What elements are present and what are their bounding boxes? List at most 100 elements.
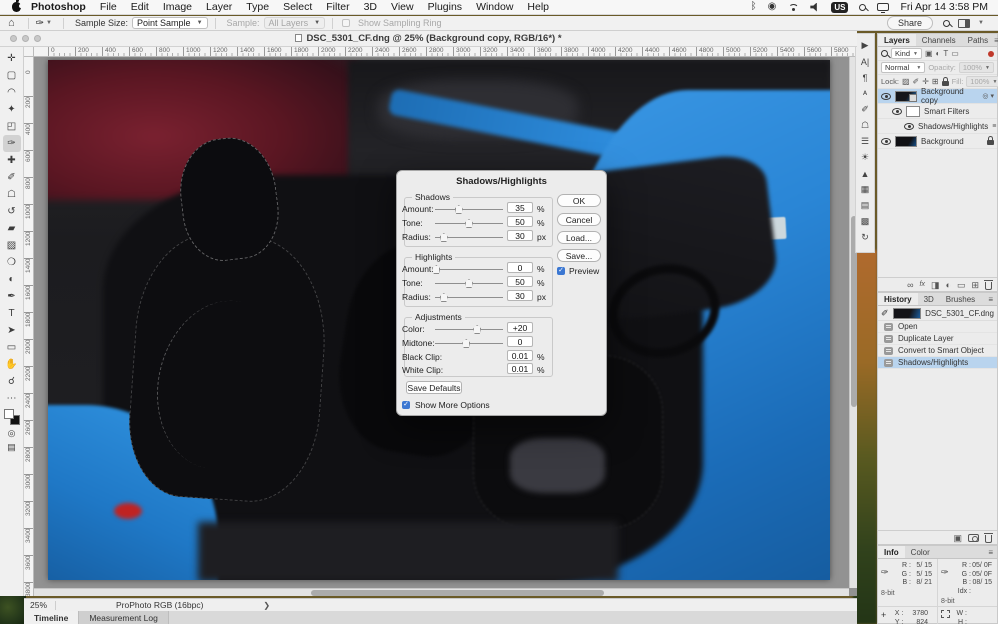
panel-menu-icon[interactable]: ≡ xyxy=(994,34,998,46)
tab-channels[interactable]: Channels xyxy=(916,34,962,46)
ruler-top[interactable]: 0200400600800100012001400160018002000220… xyxy=(34,47,857,57)
menu-item[interactable]: Window xyxy=(476,1,513,13)
delete-state-icon[interactable] xyxy=(985,535,992,543)
tab-info[interactable]: Info xyxy=(878,546,905,558)
delete-layer-icon[interactable] xyxy=(985,282,992,290)
tab-paths[interactable]: Paths xyxy=(962,34,994,46)
patterns-panel-icon[interactable]: ▦ xyxy=(857,182,873,197)
lock-position-icon[interactable]: ✛ xyxy=(922,77,929,86)
rotate-view-icon[interactable]: ↻ xyxy=(857,230,873,245)
menu-item[interactable]: Image xyxy=(163,1,192,13)
spotlight-icon[interactable] xyxy=(859,4,866,11)
highlights-radius-input[interactable]: 30 xyxy=(507,290,533,301)
shadows-tone-input[interactable]: 50 xyxy=(507,216,533,227)
shape-tool[interactable]: ▭ xyxy=(3,339,21,356)
properties-panel-icon[interactable]: ☰ xyxy=(857,134,873,149)
menu-item[interactable]: 3D xyxy=(364,1,377,13)
hand-tool[interactable]: ✋ xyxy=(3,356,21,373)
history-brush-tool[interactable]: ↺ xyxy=(3,203,21,220)
shadows-radius-input[interactable]: 30 xyxy=(507,230,533,241)
highlights-tone-slider[interactable] xyxy=(435,283,503,284)
highlights-tone-input[interactable]: 50 xyxy=(507,276,533,287)
tab-color[interactable]: Color xyxy=(905,546,936,558)
shadows-tone-slider[interactable] xyxy=(435,223,503,224)
tab-3d[interactable]: 3D xyxy=(918,293,940,305)
now-playing-icon[interactable]: ◉ xyxy=(768,2,777,12)
history-entry[interactable]: Shadows/Highlights xyxy=(878,357,997,369)
layer-filter-kind-dropdown[interactable]: Kind▼ xyxy=(891,48,922,59)
eyedropper-tool[interactable]: ✑ xyxy=(3,135,21,152)
layer-style-icon[interactable]: fx xyxy=(920,280,925,290)
panel-menu-icon[interactable]: ≡ xyxy=(988,293,997,305)
path-selection-tool[interactable]: ➤ xyxy=(3,322,21,339)
highlights-amount-slider[interactable] xyxy=(435,269,503,270)
layer-name[interactable]: Shadows/Highlights xyxy=(918,122,988,131)
bottom-tab[interactable]: Timeline xyxy=(24,611,79,624)
tab-layers[interactable]: Layers xyxy=(878,34,916,46)
lock-paint-icon[interactable]: ✐ xyxy=(913,77,920,86)
swatches-panel-icon[interactable]: ▤ xyxy=(857,198,873,213)
bluetooth-icon[interactable]: ᛒ xyxy=(751,2,757,12)
midtone-input[interactable]: 0 xyxy=(507,336,533,347)
clone-source-panel-icon[interactable]: ☖ xyxy=(857,118,873,133)
blend-mode-dropdown[interactable]: Normal▼ xyxy=(881,62,925,73)
marquee-tool[interactable]: ▢ xyxy=(3,67,21,84)
color-slider[interactable] xyxy=(435,329,503,330)
layer-row-background[interactable]: Background xyxy=(878,134,997,149)
eye-icon[interactable] xyxy=(904,123,914,130)
save-button[interactable]: Save... xyxy=(557,249,601,262)
new-group-icon[interactable]: ▭ xyxy=(957,280,966,290)
horizontal-scrollbar[interactable] xyxy=(34,588,849,596)
libraries-panel-icon[interactable]: ▩ xyxy=(857,214,873,229)
eye-icon[interactable] xyxy=(881,93,891,100)
character-panel-icon[interactable]: A| xyxy=(857,54,873,69)
collapse-filters-icon[interactable]: ▾ xyxy=(990,92,994,100)
highlights-radius-slider[interactable] xyxy=(435,297,503,298)
cancel-button[interactable]: Cancel xyxy=(557,213,601,226)
brush-tool[interactable]: ✐ xyxy=(3,169,21,186)
sample-size-dropdown[interactable]: Point Sample ▼ xyxy=(132,17,207,29)
zoom-tool[interactable]: ☌ xyxy=(3,373,21,390)
menu-item[interactable]: View xyxy=(391,1,414,13)
white-clip-input[interactable]: 0.01 xyxy=(507,363,533,374)
bottom-tab[interactable]: Measurement Log xyxy=(79,611,169,624)
healing-brush-tool[interactable]: ✚ xyxy=(3,152,21,169)
color-input[interactable]: +20 xyxy=(507,322,533,333)
filter-adjustment-icon[interactable]: ◐ xyxy=(936,49,941,58)
new-layer-icon[interactable]: ⊞ xyxy=(971,280,979,290)
panel-menu-icon[interactable]: ≡ xyxy=(988,546,997,558)
shadows-radius-slider[interactable] xyxy=(435,237,503,238)
filter-pixel-icon[interactable]: ▣ xyxy=(925,49,933,58)
lock-transparency-icon[interactable]: ▨ xyxy=(902,77,910,86)
filter-mask-thumbnail[interactable] xyxy=(906,106,920,117)
filter-blending-icon[interactable]: ≡ xyxy=(992,123,996,130)
eye-icon[interactable] xyxy=(881,138,891,145)
paragraph-panel-icon[interactable]: ¶ xyxy=(857,70,873,85)
filter-toggle-icon[interactable] xyxy=(988,51,994,57)
blur-tool[interactable]: ❍ xyxy=(3,254,21,271)
menu-item[interactable]: Help xyxy=(527,1,549,13)
history-entry[interactable]: Open xyxy=(878,321,997,333)
menu-item[interactable]: Filter xyxy=(326,1,349,13)
status-chevron-icon[interactable]: ❯ xyxy=(263,601,270,610)
tab-brushes[interactable]: Brushes xyxy=(940,293,981,305)
zoom-level[interactable]: 25% xyxy=(24,600,55,610)
layer-thumbnail[interactable] xyxy=(895,91,917,102)
shadows-amount-input[interactable]: 35 xyxy=(507,202,533,213)
keyboard-layout-badge[interactable]: US xyxy=(831,2,848,13)
tab-history[interactable]: History xyxy=(878,293,918,305)
history-entry[interactable]: Convert to Smart Object xyxy=(878,345,997,357)
layer-name[interactable]: Smart Filters xyxy=(924,107,969,116)
eyedropper-preset-icon[interactable]: ✑ xyxy=(36,18,44,29)
actions-panel-icon[interactable]: ▶ xyxy=(857,38,873,53)
search-icon[interactable] xyxy=(943,20,950,27)
volume-icon[interactable] xyxy=(810,3,820,12)
new-document-from-state-icon[interactable]: ▣ xyxy=(953,533,962,543)
new-snapshot-icon[interactable] xyxy=(968,534,979,542)
eye-icon[interactable] xyxy=(892,108,902,115)
screen-mode-button[interactable]: ▤ xyxy=(7,442,16,453)
smart-filter-icon[interactable]: ◎ xyxy=(982,92,988,100)
eraser-tool[interactable]: ▰ xyxy=(3,220,21,237)
ruler-corner[interactable] xyxy=(24,47,34,57)
ruler-left[interactable]: 0200400600800100012001400160018002000220… xyxy=(24,57,34,596)
